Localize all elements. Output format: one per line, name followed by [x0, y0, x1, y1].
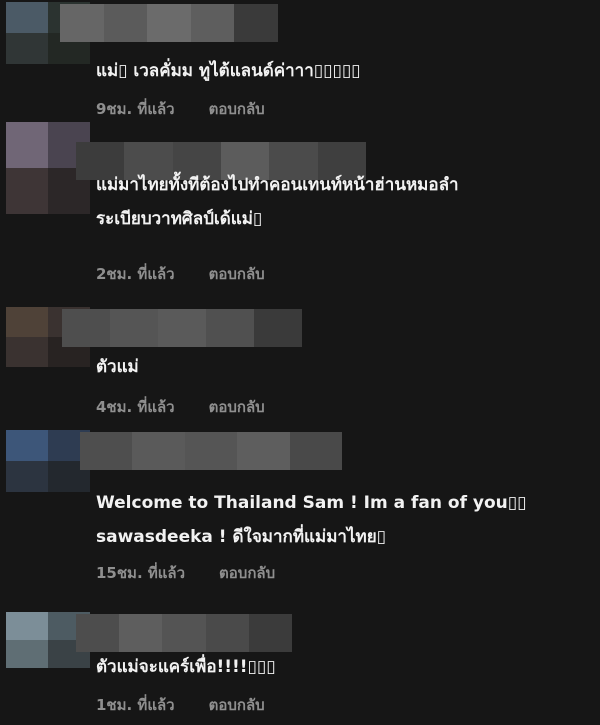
name-blur-pixel [254, 309, 302, 347]
avatar-pixel [6, 612, 48, 640]
name-blur-pixel [103, 4, 148, 42]
avatar-pixel [6, 640, 48, 668]
comment-text-line: แม่มาไทยทั้งทีต้องไปทำคอนเทนท์หน้าฮ่านหม… [96, 175, 459, 195]
comment-text-line: ระเบียบวาทศิลป์เด้แม่▯ [96, 209, 263, 229]
name-blur-pixel [119, 614, 163, 652]
name-blur-pixel [205, 614, 249, 652]
comment-text: ตัวแม่จะแคร์เพื่อ!!!!▯▯▯ [96, 650, 592, 684]
name-blur-pixel [190, 4, 235, 42]
comment-text: แม่▯ เวลคั่มม ทูไต้แลนด์ค่าาา▯▯▯▯▯ [96, 54, 592, 88]
comment-text: Welcome to Thailand Sam ! Im a fan of yo… [96, 486, 592, 554]
name-blur-pixel [162, 614, 206, 652]
name-blur-pixel [76, 614, 120, 652]
name-blur-pixel [110, 309, 158, 347]
comment-text-line: ตัวแม่จะแคร์เพื่อ!!!!▯▯▯ [96, 657, 276, 677]
name-blur-pixel [60, 4, 104, 42]
avatar-pixel [6, 168, 48, 214]
avatar-pixel [6, 337, 48, 367]
comment-text-line: ตัวแม่ [96, 357, 139, 377]
name-blur-pixel [80, 432, 133, 470]
reply-button[interactable]: ตอบกลับ [219, 561, 275, 585]
reply-button[interactable]: ตอบกลับ [209, 395, 265, 419]
name-blur-pixel [234, 4, 278, 42]
comment-text-line: sawasdeeka ! ดีใจมากที่แม่มาไทย▯ [96, 527, 387, 547]
reply-button[interactable]: ตอบกลับ [209, 97, 265, 121]
comment-meta: 9ชม. ที่แล้ว ตอบกลับ [96, 97, 265, 121]
avatar[interactable] [6, 430, 90, 492]
avatar-pixel [6, 122, 48, 168]
comment-text: ตัวแม่ [96, 350, 592, 384]
name-blur-pixel [206, 309, 254, 347]
avatar-pixel [6, 2, 48, 33]
avatar-pixel [6, 461, 48, 492]
reply-button[interactable]: ตอบกลับ [209, 693, 265, 717]
comment-timestamp: 2ชม. ที่แล้ว [96, 265, 175, 283]
name-blur-pixel [147, 4, 191, 42]
commenter-name-blurred[interactable] [62, 309, 302, 347]
name-blur-pixel [289, 432, 343, 470]
avatar-pixel [6, 430, 48, 461]
name-blur-pixel [237, 432, 290, 470]
comment-text-line: Welcome to Thailand Sam ! Im a fan of yo… [96, 493, 527, 513]
commenter-name-blurred[interactable] [60, 4, 278, 42]
name-blur-pixel [158, 309, 206, 347]
avatar-pixel [6, 33, 48, 64]
comment-timestamp: 15ชม. ที่แล้ว [96, 564, 186, 582]
avatar-pixel [6, 307, 48, 337]
reply-button[interactable]: ตอบกลับ [209, 262, 265, 286]
name-blur-pixel [132, 432, 185, 470]
comment-meta: 15ชม. ที่แล้ว ตอบกลับ [96, 561, 275, 585]
comment-meta: 2ชม. ที่แล้ว ตอบกลับ [96, 262, 265, 286]
comment-text: แม่มาไทยทั้งทีต้องไปทำคอนเทนท์หน้าฮ่านหม… [96, 168, 592, 236]
comment-timestamp: 9ชม. ที่แล้ว [96, 100, 175, 118]
name-blur-pixel [248, 614, 293, 652]
commenter-name-blurred[interactable] [80, 432, 343, 470]
comment-meta: 4ชม. ที่แล้ว ตอบกลับ [96, 395, 265, 419]
commenter-name-blurred[interactable] [76, 614, 293, 652]
comment-meta: 1ชม. ที่แล้ว ตอบกลับ [96, 693, 265, 717]
name-blur-pixel [62, 309, 110, 347]
comment-text-line: แม่▯ เวลคั่มม ทูไต้แลนด์ค่าาา▯▯▯▯▯ [96, 61, 361, 81]
comment-timestamp: 4ชม. ที่แล้ว [96, 398, 175, 416]
comment-timestamp: 1ชม. ที่แล้ว [96, 696, 175, 714]
name-blur-pixel [184, 432, 238, 470]
